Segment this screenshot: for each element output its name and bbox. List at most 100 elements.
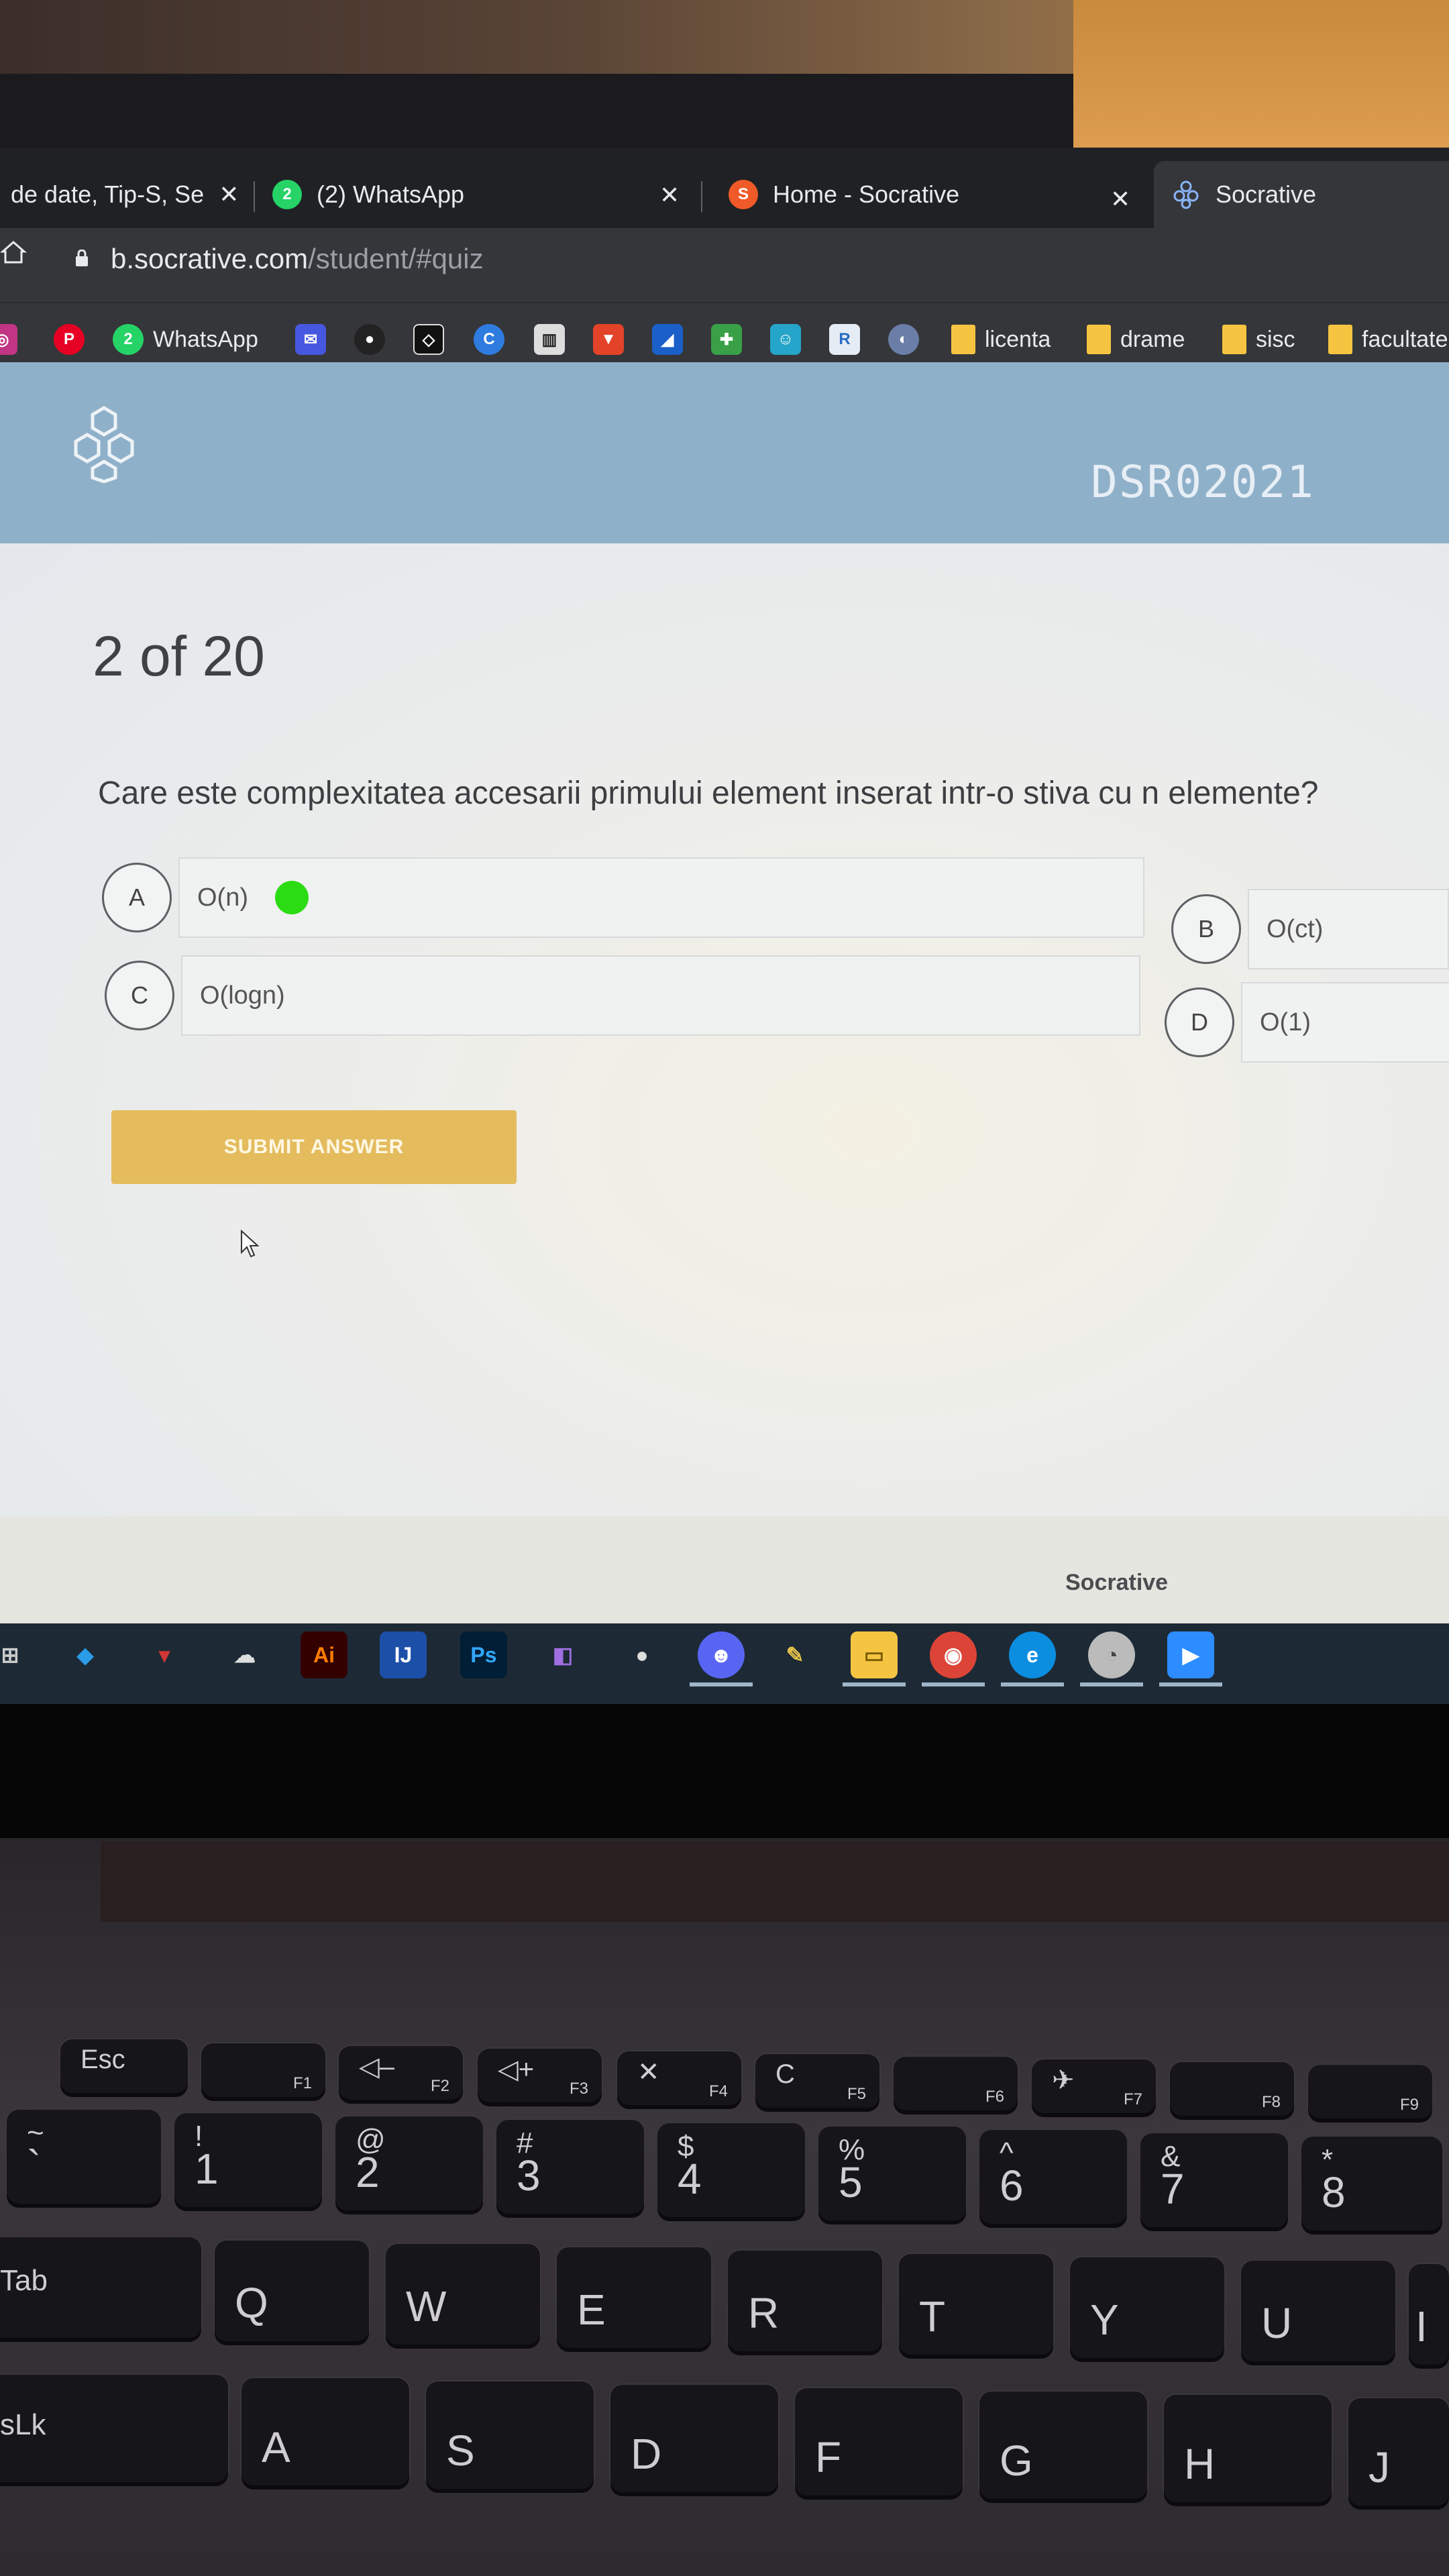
key-h[interactable]: H [1164, 2395, 1332, 2502]
key-i[interactable]: I [1409, 2264, 1449, 2365]
key-t[interactable]: T [899, 2254, 1053, 2355]
key-6[interactable]: ^ 6 [979, 2130, 1127, 2224]
bookmark-tool[interactable]: ☺ [770, 321, 801, 358]
bookmark-gmail[interactable]: ✉ [295, 321, 326, 358]
key-f7[interactable]: ✈ F7 [1032, 2059, 1156, 2113]
bookmark-folder-sisc[interactable]: sisc [1222, 321, 1295, 358]
task-view-icon[interactable]: ⊞ [0, 1631, 34, 1678]
key-u[interactable]: U [1241, 2261, 1395, 2361]
close-icon[interactable]: ✕ [659, 181, 680, 209]
key-e[interactable]: E [557, 2247, 711, 2348]
key-backtick[interactable]: ~ ` [7, 2110, 161, 2204]
key-a[interactable]: A [241, 2378, 409, 2485]
bookmark-trello[interactable]: ▥ [534, 321, 565, 358]
key-8[interactable]: * 8 [1301, 2137, 1442, 2231]
key-f5[interactable]: C F5 [755, 2054, 879, 2108]
answer-option-b[interactable]: B O(ct) [1171, 889, 1449, 969]
answer-box[interactable]: O(n) [178, 857, 1144, 938]
answer-option-c[interactable]: C O(logn) [105, 955, 1140, 1036]
key-f1[interactable]: F1 [201, 2043, 325, 2097]
key-q[interactable]: Q [215, 2241, 369, 2341]
key-f3[interactable]: ◁+ F3 [478, 2049, 602, 2102]
key-f9[interactable]: F9 [1308, 2065, 1432, 2118]
key-d[interactable]: D [610, 2385, 778, 2492]
app-icon[interactable]: ✎ [771, 1631, 818, 1678]
bookmark-gitlab[interactable]: ▼ [593, 321, 624, 358]
photoshop-icon[interactable]: Ps [460, 1631, 507, 1678]
key-tab[interactable]: Tab [0, 2237, 201, 2338]
answer-letter[interactable]: C [105, 961, 174, 1030]
answer-option-a[interactable]: A O(n) [102, 857, 1144, 938]
close-icon[interactable]: ✕ [1110, 185, 1130, 213]
app-icon[interactable]: ▾ [141, 1631, 188, 1678]
answer-box[interactable]: O(1) [1241, 982, 1449, 1063]
discord-icon[interactable]: ☻ [698, 1631, 745, 1678]
key-s[interactable]: S [426, 2381, 594, 2489]
tab-home-socrative[interactable]: S Home - Socrative [711, 161, 977, 228]
bookmark-folder-drame[interactable]: drame [1087, 321, 1185, 358]
bookmark-pinterest[interactable]: P [54, 321, 85, 358]
answer-option-d[interactable]: D O(1) [1165, 982, 1449, 1063]
app-icon[interactable]: ☁ [221, 1631, 268, 1678]
key-j[interactable]: J [1348, 2398, 1449, 2506]
tab-whatsapp[interactable]: 2 (2) WhatsApp [255, 161, 482, 228]
key-label: F4 [708, 2082, 728, 2100]
key-5[interactable]: % 5 [818, 2127, 966, 2220]
key-label: sLk [0, 2408, 46, 2441]
key-label: 1 [195, 2145, 219, 2193]
lock-icon[interactable] [75, 250, 89, 267]
key-r[interactable]: R [728, 2251, 882, 2351]
bookmark-green[interactable]: ✚ [711, 321, 742, 358]
edge-icon[interactable]: e [1009, 1631, 1056, 1678]
key-3[interactable]: #3 [496, 2120, 644, 2214]
bookmark-c[interactable]: C [474, 321, 504, 358]
key-f8[interactable]: F8 [1170, 2062, 1294, 2116]
submit-answer-button[interactable]: SUBMIT ANSWER [111, 1110, 517, 1184]
key-label: F8 [1261, 2093, 1281, 2111]
url-field[interactable]: b.socrative.com/student/#quiz [111, 243, 484, 275]
answer-letter[interactable]: D [1165, 987, 1234, 1057]
bookmark-github[interactable]: ● [354, 321, 385, 358]
key-1[interactable]: ! 1 [174, 2113, 322, 2207]
key-f2[interactable]: ◁– F2 [339, 2046, 463, 2100]
bookmark-folder-facultate[interactable]: facultate [1328, 321, 1448, 358]
key-f6[interactable]: F6 [894, 2057, 1018, 2110]
intellij-icon[interactable]: IJ [380, 1631, 427, 1678]
key-esc[interactable]: Esc [60, 2039, 188, 2093]
home-icon[interactable] [0, 238, 27, 265]
bookmark-codepen[interactable]: ◇ [413, 321, 444, 358]
bookmark-r[interactable]: R [829, 321, 860, 358]
answer-box[interactable]: O(logn) [181, 955, 1140, 1036]
bookmark-folder-licenta[interactable]: licenta [951, 321, 1051, 358]
key-7[interactable]: & 7 [1140, 2133, 1288, 2227]
key-f[interactable]: F [795, 2388, 963, 2496]
bookmark-instagram[interactable]: ◎ [0, 321, 17, 358]
bookmark-whatsapp[interactable]: 2 WhatsApp [113, 321, 258, 358]
key-y[interactable]: Y [1070, 2257, 1224, 2358]
answer-letter[interactable]: B [1171, 894, 1241, 964]
bookmark-globe[interactable]: ◐ [888, 321, 919, 358]
tab-socrative[interactable]: Socrative [1154, 161, 1449, 228]
vscode-icon[interactable]: ◆ [62, 1631, 109, 1678]
close-icon[interactable]: ✕ [219, 180, 239, 209]
tab-database[interactable]: de date, Tip-S, Se ✕ [0, 161, 256, 228]
zoom-icon[interactable]: ▶ [1167, 1631, 1214, 1678]
answer-letter[interactable]: A [102, 863, 172, 932]
visual-studio-icon[interactable]: ◧ [539, 1631, 586, 1678]
bookmark-azure[interactable]: ◢ [652, 321, 683, 358]
key-f4[interactable]: ✕ F4 [617, 2051, 741, 2105]
key-capslock[interactable]: sLk [0, 2375, 228, 2482]
chrome-icon[interactable]: ◉ [930, 1631, 977, 1678]
app-icon[interactable]: ◔ [1088, 1631, 1135, 1678]
answer-box[interactable]: O(ct) [1248, 889, 1449, 969]
key-label: Q [235, 2279, 268, 2327]
socrative-logo-icon[interactable] [67, 402, 141, 483]
file-explorer-icon[interactable]: ▭ [851, 1631, 898, 1678]
key-w[interactable]: W [386, 2244, 540, 2345]
key-2[interactable]: @2 [335, 2116, 483, 2210]
key-g[interactable]: G [979, 2392, 1147, 2499]
illustrator-icon[interactable]: Ai [301, 1631, 347, 1678]
key-4[interactable]: $4 [657, 2123, 805, 2217]
key-label: F9 [1399, 2096, 1419, 2114]
github-icon[interactable]: ● [619, 1631, 665, 1678]
